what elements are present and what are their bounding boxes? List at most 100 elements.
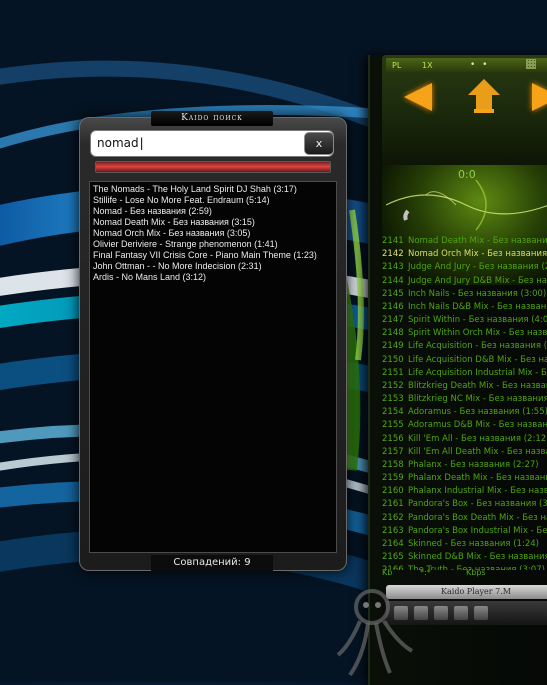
playlist-footer: Kb *:* Kbps — [382, 568, 547, 582]
playlist-row-title: Phalanx Death Mix - Без названия — [408, 473, 547, 484]
playlist-row-number: 2154 — [382, 407, 404, 418]
search-input[interactable]: nomad — [90, 130, 334, 157]
playlist-row-number: 2160 — [382, 486, 404, 497]
playlist-row[interactable]: 2165 Skinned D&B Mix - Без названия — [382, 551, 547, 564]
playlist-row-title: Adoramus D&B Mix - Без названия — [408, 420, 547, 431]
playlist-row-title: Pandora's Box Death Mix - Без назв — [408, 512, 547, 523]
search-window: Kaido поиск nomad x The Nomads - The Hol… — [79, 111, 347, 571]
playlist-row-title: Kill 'Em All - Без названия (2:12) — [408, 433, 547, 444]
playlist-row[interactable]: 2141 Nomad Death Mix - Без названия (3 — [382, 235, 547, 248]
search-result-item[interactable]: Nomad Death Mix - Без названия (3:15) — [90, 217, 336, 228]
playlist-row[interactable]: 2147 Spirit Within - Без названия (4:08) — [382, 314, 547, 327]
list-icon[interactable] — [454, 606, 468, 620]
search-progress-bar — [95, 161, 331, 173]
playlist-row[interactable]: 2162 Pandora's Box Death Mix - Без назв — [382, 512, 547, 525]
playlist-row-title: Adoramus - Без названия (1:55) — [408, 407, 547, 418]
search-result-item[interactable]: John Ottman - - No More Indecision (2:31… — [90, 261, 336, 272]
search-result-item[interactable]: Stillife - Lose No More Feat. Endraum (5… — [90, 195, 336, 206]
playlist-row-number: 2150 — [382, 354, 404, 365]
playlist-row[interactable]: 2144 Judge And Jury D&B Mix - Без назв — [382, 275, 547, 288]
playlist-row-title: Nomad Orch Mix - Без названия (3 — [408, 249, 547, 260]
speed-button[interactable]: 1X — [422, 61, 433, 73]
previous-track-icon[interactable] — [404, 83, 432, 111]
playlist-row-number: 2149 — [382, 341, 404, 352]
search-window-title[interactable]: Kaido поиск — [151, 111, 273, 126]
clear-search-button[interactable]: x — [304, 132, 334, 155]
playlist-row[interactable]: 2159 Phalanx Death Mix - Без названия — [382, 472, 547, 485]
playlist-row-number: 2148 — [382, 328, 404, 339]
time-display: 0:0 — [458, 168, 476, 181]
playlist-row-title: Phalanx - Без названия (2:27) — [408, 459, 539, 470]
playlist-row[interactable]: 2154 Adoramus - Без названия (1:55) — [382, 406, 547, 419]
playlist-row-title: Inch Nails D&B Mix - Без названия — [408, 301, 547, 312]
search-result-item[interactable]: Final Fantasy VII Crisis Core - Piano Ma… — [90, 250, 336, 261]
playlist-row[interactable]: 2151 Life Acquisition Industrial Mix - Бе… — [382, 367, 547, 380]
sample-rate-label: *:* — [420, 568, 431, 577]
playlist-row-title: Life Acquisition Industrial Mix - Без — [408, 367, 547, 378]
playlist-row[interactable]: 2164 Skinned - Без названия (1:24) — [382, 538, 547, 551]
playlist-row-title: Skinned D&B Mix - Без названия — [408, 552, 547, 563]
menu-dots-icon[interactable]: • • — [470, 60, 489, 70]
playlist-row[interactable]: 2160 Phalanx Industrial Mix - Без назва — [382, 485, 547, 498]
playlist-row[interactable]: 2163 Pandora's Box Industrial Mix - Без — [382, 525, 547, 538]
settings-icon[interactable] — [474, 606, 488, 620]
playlist: 2141Nomad Death Mix - Без названия (3214… — [382, 235, 547, 570]
squid-logo-icon — [336, 589, 414, 677]
playlist-row[interactable]: 2157 Kill 'Em All Death Mix - Без назван — [382, 446, 547, 459]
playlist-row-number: 2143 — [382, 262, 404, 273]
waveform-decoration — [386, 179, 547, 231]
playlist-row[interactable]: 2155 Adoramus D&B Mix - Без названия — [382, 419, 547, 432]
playlist-row[interactable]: 2146 Inch Nails D&B Mix - Без названия — [382, 301, 547, 314]
grid-icon[interactable] — [526, 59, 536, 69]
playlist-row[interactable]: 2143 Judge And Jury - Без названия (2:4 — [382, 261, 547, 274]
playlist-row[interactable]: 2148 Spirit Within Orch Mix - Без назва — [382, 327, 547, 340]
playlist-row[interactable]: 2153 Blitzkrieg NC Mix - Без названия (3 — [382, 393, 547, 406]
playlist-row-title: Pandora's Box Industrial Mix - Без — [408, 525, 547, 536]
search-result-item[interactable]: Nomad - Без названия (2:59) — [90, 206, 336, 217]
playlist-row-number: 2141 — [382, 236, 404, 246]
playlist-row-number: 2164 — [382, 538, 404, 549]
bitrate-kbps-label: Kbps — [466, 568, 486, 577]
playlist-row[interactable]: 2152 Blitzkrieg Death Mix - Без названия — [382, 380, 547, 393]
playlist-row-number: 2142 — [382, 249, 404, 260]
playlist-row[interactable]: 2150 Life Acquisition D&B Mix - Без назв — [382, 354, 547, 367]
playlist-row[interactable]: 2158 Phalanx - Без названия (2:27) — [382, 459, 547, 472]
playlist-row-title: Skinned - Без названия (1:24) — [408, 538, 539, 549]
playlist-row-number: 2158 — [382, 459, 404, 470]
playlist-row-title: Blitzkrieg Death Mix - Без названия — [408, 380, 547, 391]
playlist-row-number: 2145 — [382, 288, 404, 299]
playlist-row[interactable]: 2145 Inch Nails - Без названия (3:00) — [382, 288, 547, 301]
playlist-row-title: Inch Nails - Без названия (3:00) — [408, 288, 547, 299]
playlist-row[interactable]: 2142 Nomad Orch Mix - Без названия (3 — [382, 248, 547, 261]
playlist-row-title: Life Acquisition D&B Mix - Без назв — [408, 354, 547, 365]
playlist-row-title: Blitzkrieg NC Mix - Без названия (3 — [408, 394, 547, 405]
playlist-row-title: Spirit Within - Без названия (4:08) — [408, 315, 547, 326]
playlist-row-number: 2147 — [382, 315, 404, 326]
playlist-row[interactable]: 2156 Kill 'Em All - Без названия (2:12) — [382, 433, 547, 446]
playlist-row-title: Judge And Jury D&B Mix - Без назв — [408, 275, 547, 286]
playlist-toggle-button[interactable]: PL — [392, 61, 401, 73]
player-top-bar — [386, 58, 547, 72]
playlist-row-number: 2162 — [382, 512, 404, 523]
search-result-item[interactable]: Nomad Orch Mix - Без названия (3:05) — [90, 228, 336, 239]
next-track-icon[interactable] — [532, 83, 547, 111]
playlist-row-number: 2156 — [382, 433, 404, 444]
playlist-row-title: Judge And Jury - Без названия (2:4 — [408, 262, 547, 273]
stop-icon[interactable] — [464, 75, 504, 115]
equalizer-icon[interactable] — [434, 606, 448, 620]
playlist-row-number: 2165 — [382, 552, 404, 563]
playlist-row-number: 2144 — [382, 275, 404, 286]
playlist-row-number: 2159 — [382, 473, 404, 484]
playlist-row[interactable]: 2149 Life Acquisition - Без названия (3:5 — [382, 340, 547, 353]
playlist-row-number: 2146 — [382, 301, 404, 312]
player-control-panel: PL 1X • • — [382, 55, 547, 165]
playlist-row[interactable]: 2161 Pandora's Box - Без названия (3:35 — [382, 498, 547, 511]
playlist-row-title: Nomad Death Mix - Без названия (3 — [408, 236, 547, 246]
playlist-row-title: Life Acquisition - Без названия (3:5 — [408, 341, 547, 352]
playlist-row-number: 2163 — [382, 525, 404, 536]
playlist-row-title: Spirit Within Orch Mix - Без назва — [408, 328, 547, 339]
search-result-item[interactable]: Olivier Deriviere - Strange phenomenon (… — [90, 239, 336, 250]
search-result-item[interactable]: Ardis - No Mans Land (3:12) — [90, 272, 336, 283]
search-result-item[interactable]: The Nomads - The Holy Land Spirit DJ Sha… — [90, 184, 336, 195]
playlist-row-number: 2152 — [382, 380, 404, 391]
